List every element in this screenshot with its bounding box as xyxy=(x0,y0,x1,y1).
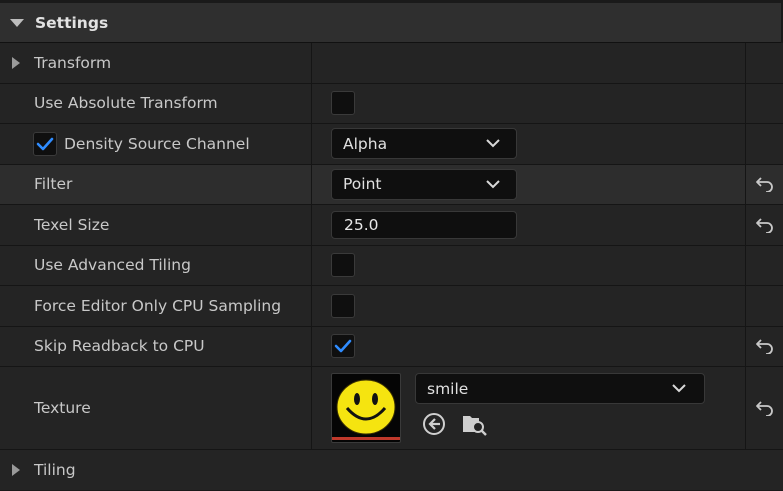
dropdown-value: Alpha xyxy=(343,134,388,153)
property-row-use-absolute-transform: Use Absolute Transform xyxy=(0,83,783,124)
browse-to-asset-button[interactable] xyxy=(461,411,487,437)
force-editor-only-cpu-sampling-checkbox[interactable] xyxy=(331,293,355,318)
reset-cell xyxy=(746,450,783,490)
skip-readback-to-cpu-checkbox[interactable] xyxy=(331,334,355,359)
smiley-face-icon xyxy=(336,379,396,435)
property-name-cell: Filter xyxy=(0,164,312,204)
property-row-texel-size: Texel Size 25.0 xyxy=(0,205,783,246)
reset-cell xyxy=(746,84,783,124)
texture-asset-dropdown[interactable]: smile xyxy=(415,373,705,404)
property-name-cell: Skip Readback to CPU xyxy=(0,326,312,366)
reset-arrow-icon[interactable] xyxy=(755,176,775,193)
use-advanced-tiling-checkbox[interactable] xyxy=(331,253,355,278)
property-value-cell xyxy=(312,326,746,366)
property-name-cell: Tiling xyxy=(0,450,312,490)
property-row-texture: Texture smile xyxy=(0,367,783,450)
use-selected-asset-button[interactable] xyxy=(421,411,447,437)
dropdown-value: smile xyxy=(427,379,469,398)
folder-search-icon xyxy=(463,416,487,436)
property-name-cell: Texel Size xyxy=(0,205,312,245)
property-value-cell xyxy=(312,245,746,285)
property-name-cell: Density Source Channel xyxy=(0,124,312,164)
density-source-channel-dropdown[interactable]: Alpha xyxy=(331,128,517,160)
details-panel: Settings Transform Use Absolute Transfor… xyxy=(0,0,783,491)
reset-cell xyxy=(746,327,783,367)
property-row-tiling: Tiling xyxy=(0,450,783,490)
property-label: Use Advanced Tiling xyxy=(34,256,191,275)
property-name-cell: Use Advanced Tiling xyxy=(0,245,312,285)
property-row-skip-readback-to-cpu: Skip Readback to CPU xyxy=(0,326,783,367)
property-label: Force Editor Only CPU Sampling xyxy=(34,296,282,315)
reset-cell xyxy=(746,43,783,83)
property-value-cell xyxy=(312,286,746,326)
reset-cell xyxy=(746,246,783,286)
use-absolute-transform-checkbox[interactable] xyxy=(331,91,355,116)
property-row-transform: Transform xyxy=(0,43,783,84)
checkmark-icon xyxy=(36,137,54,151)
collapse-caret-icon[interactable] xyxy=(10,18,24,27)
texture-actions xyxy=(421,411,705,437)
texture-picker: smile xyxy=(331,367,705,449)
texture-controls: smile xyxy=(415,373,705,437)
property-grid: Transform Use Absolute Transform Density… xyxy=(0,43,783,490)
property-name-cell: Transform xyxy=(0,43,312,83)
reset-cell xyxy=(746,124,783,164)
expand-arrow-icon[interactable] xyxy=(12,463,20,476)
property-row-force-editor-only-cpu-sampling: Force Editor Only CPU Sampling xyxy=(0,286,783,327)
reset-cell xyxy=(746,205,783,245)
arrow-left-circle-icon xyxy=(423,413,445,435)
reset-arrow-icon[interactable] xyxy=(755,400,775,416)
texture-thumbnail[interactable] xyxy=(331,373,401,443)
property-value-cell xyxy=(312,43,746,83)
property-label: Filter xyxy=(34,175,73,194)
chevron-down-icon xyxy=(672,384,686,393)
property-value-cell: Alpha xyxy=(312,124,746,164)
texel-size-input[interactable]: 25.0 xyxy=(331,210,517,239)
texture-type-bar xyxy=(332,437,400,440)
property-label: Transform xyxy=(34,53,112,72)
input-value: 25.0 xyxy=(344,215,379,234)
reset-cell xyxy=(746,286,783,326)
property-value-cell xyxy=(312,83,746,123)
property-row-use-advanced-tiling: Use Advanced Tiling xyxy=(0,245,783,286)
checkmark-icon xyxy=(334,339,352,353)
chevron-down-icon xyxy=(486,180,500,189)
property-row-filter: Filter Point xyxy=(0,164,783,205)
property-value-cell: Point xyxy=(312,164,746,204)
filter-dropdown[interactable]: Point xyxy=(331,168,517,200)
property-row-density-source-channel: Density Source Channel Alpha xyxy=(0,124,783,165)
expand-arrow-icon[interactable] xyxy=(12,56,20,69)
settings-section-header[interactable]: Settings xyxy=(0,3,781,43)
property-label: Skip Readback to CPU xyxy=(34,337,205,356)
reset-arrow-icon[interactable] xyxy=(755,217,775,233)
reset-arrow-icon[interactable] xyxy=(755,338,775,355)
property-value-cell: smile xyxy=(312,367,746,449)
property-label: Density Source Channel xyxy=(64,134,250,153)
chevron-down-icon xyxy=(486,139,500,148)
property-value-cell: 25.0 xyxy=(312,205,746,245)
property-label: Texture xyxy=(34,399,91,417)
property-label: Use Absolute Transform xyxy=(34,94,218,113)
property-label: Tiling xyxy=(34,460,76,479)
property-name-cell: Use Absolute Transform xyxy=(0,83,312,123)
property-label: Texel Size xyxy=(34,215,110,234)
density-source-channel-enable-checkbox[interactable] xyxy=(33,131,57,156)
dropdown-value: Point xyxy=(343,175,382,194)
reset-cell xyxy=(746,367,783,449)
section-title: Settings xyxy=(35,13,109,32)
property-name-cell: Force Editor Only CPU Sampling xyxy=(0,286,312,326)
reset-cell xyxy=(746,165,783,205)
property-value-cell xyxy=(312,450,746,490)
property-name-cell: Texture xyxy=(0,367,312,449)
